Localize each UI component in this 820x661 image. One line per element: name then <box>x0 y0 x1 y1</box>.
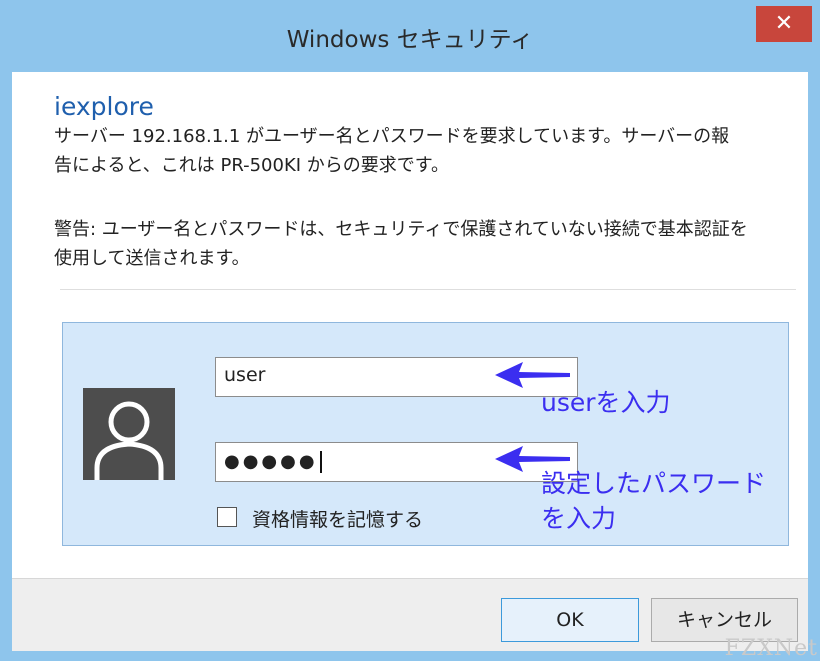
user-avatar-icon <box>83 388 175 480</box>
remember-credentials-label: 資格情報を記憶する <box>252 509 424 531</box>
remember-credentials-checkbox[interactable] <box>217 507 237 527</box>
ok-button[interactable]: OK <box>501 598 639 642</box>
close-button[interactable]: ✕ <box>756 6 812 42</box>
request-message-line-2: 告によると、これは PR-500KI からの要求です。 <box>54 155 449 176</box>
title-bar[interactable]: Windows セキュリティ ✕ <box>0 0 820 72</box>
window-title: Windows セキュリティ <box>286 27 534 53</box>
text-caret <box>319 451 322 473</box>
password-annotation-line-2: を入力 <box>541 504 617 533</box>
divider <box>60 289 796 290</box>
app-name: iexplore <box>54 92 154 121</box>
close-icon: ✕ <box>774 11 794 36</box>
password-value: ●●●●● <box>224 451 318 472</box>
warning-message: 警告: ユーザー名とパスワードは、セキュリティで保護されていない接続で基本認証を… <box>54 215 804 273</box>
watermark: FZXNet <box>724 636 818 661</box>
warning-message-line-2: 使用して送信されます。 <box>54 248 250 269</box>
username-value: user <box>224 364 266 386</box>
security-dialog: Windows セキュリティ ✕ iexplore サーバー 192.168.1… <box>0 0 820 661</box>
request-message-line-1: サーバー 192.168.1.1 がユーザー名とパスワードを要求しています。サー… <box>54 126 730 147</box>
warning-message-line-1: 警告: ユーザー名とパスワードは、セキュリティで保護されていない接続で基本認証を <box>54 219 748 240</box>
password-annotation-line-1: 設定したパスワード <box>541 469 767 498</box>
request-message: サーバー 192.168.1.1 がユーザー名とパスワードを要求しています。サー… <box>54 122 804 180</box>
password-annotation: 設定したパスワード を入力 <box>541 466 766 536</box>
username-annotation: userを入力 <box>541 388 671 417</box>
